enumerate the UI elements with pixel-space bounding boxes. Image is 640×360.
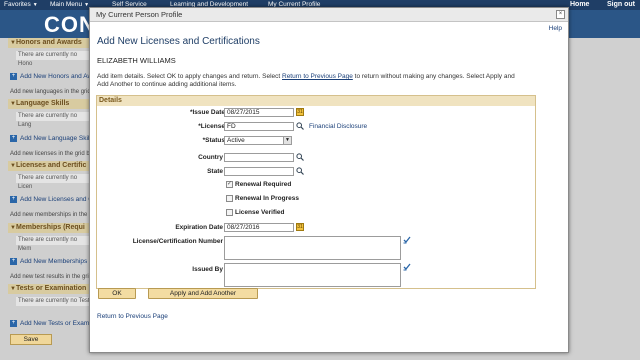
main-menu-label: Main Menu: [50, 1, 83, 8]
section-header-licenses[interactable]: ▼ Licenses and Certific: [8, 161, 92, 171]
plus-icon: +: [10, 195, 17, 203]
caret-down-icon: ▼: [32, 2, 38, 8]
section-header-honors[interactable]: ▼ Honors and Awards: [8, 38, 92, 48]
section-header-memberships[interactable]: ▼ Memberships (Requi: [8, 223, 92, 233]
close-icon[interactable]: ×: [556, 10, 565, 19]
add-link-label: Add New Memberships: [20, 258, 88, 265]
favorites-menu[interactable]: Favorites ▼: [4, 0, 38, 10]
add-note: Add new licenses in the grid b: [10, 151, 90, 157]
add-note: Add new languages in the grid: [10, 89, 91, 95]
add-language-link[interactable]: + Add New Language Skills: [10, 134, 94, 144]
license-label: *License: [198, 123, 225, 130]
license-input[interactable]: FD: [224, 122, 294, 131]
state-label: State: [207, 168, 223, 175]
plus-icon: +: [10, 134, 17, 142]
issue-date-label: *Issue Date: [189, 109, 225, 116]
license-verified-checkbox[interactable]: [226, 209, 233, 216]
issue-date-input[interactable]: 08/27/2015: [224, 108, 294, 117]
modal-title: My Current Person Profile: [96, 10, 183, 19]
country-input[interactable]: [224, 153, 294, 162]
section-empty-text: There are currently no Mem: [16, 236, 92, 252]
license-verified-label: License Verified: [235, 209, 285, 216]
return-to-previous-page-link[interactable]: Return to Previous Page: [97, 313, 168, 320]
search-icon[interactable]: [296, 167, 304, 175]
add-link-label: Add New Tests or Exami: [20, 320, 91, 327]
section-header-label: Licenses and Certific: [16, 162, 87, 169]
section-header-languages[interactable]: ▼ Language Skills: [8, 99, 92, 109]
details-group: Details *Issue Date 08/27/2015 31 *Licen…: [96, 95, 536, 289]
details-header: Details: [97, 96, 535, 106]
spellcheck-icon[interactable]: [403, 236, 411, 244]
plus-icon: +: [10, 72, 17, 80]
section-header-tests[interactable]: ▼ Tests or Examination: [8, 284, 92, 294]
calendar-icon[interactable]: 31: [296, 223, 304, 231]
country-label: Country: [198, 154, 223, 161]
triangle-down-icon: ▼: [10, 225, 16, 231]
section-header-label: Memberships (Requi: [16, 224, 85, 231]
add-test-link[interactable]: + Add New Tests or Exami: [10, 319, 91, 329]
plus-icon: +: [10, 319, 17, 327]
add-honors-link[interactable]: + Add New Honors and Awa: [10, 72, 96, 82]
page-title: Add New Licenses and Certifications: [97, 36, 260, 47]
license-number-textarea[interactable]: [224, 236, 401, 260]
plus-icon: +: [10, 257, 17, 265]
license-number-label: License/Certification Number: [132, 238, 223, 245]
state-input[interactable]: [224, 167, 294, 176]
triangle-down-icon: ▼: [10, 286, 16, 292]
background-right-panel: [568, 38, 640, 360]
add-link-label: Add New Licenses and Ce: [20, 196, 97, 203]
section-empty-text: There are currently no Hono: [16, 51, 92, 67]
save-button[interactable]: Save: [10, 334, 52, 345]
ok-button[interactable]: OK: [98, 288, 136, 299]
chevron-down-icon: ▼: [283, 137, 291, 144]
renewal-in-progress-label: Renewal In Progress: [235, 195, 299, 202]
search-icon[interactable]: [296, 153, 304, 161]
section-header-label: Tests or Examination: [16, 285, 87, 292]
main-menu[interactable]: Main Menu ▼: [50, 0, 89, 10]
expiration-date-label: Expiration Date: [175, 224, 223, 231]
section-empty-text: There are currently no Lang: [16, 112, 92, 128]
add-membership-link[interactable]: + Add New Memberships: [10, 257, 87, 267]
home-link[interactable]: Home: [570, 0, 589, 10]
renewal-required-checkbox[interactable]: ✓: [226, 181, 233, 188]
sign-out-link[interactable]: Sign out: [607, 0, 635, 10]
search-icon[interactable]: [296, 122, 304, 130]
instructions-text: Add item details. Select OK to apply cha…: [97, 73, 517, 89]
status-select[interactable]: Active ▼: [224, 136, 292, 145]
triangle-down-icon: ▼: [10, 163, 16, 169]
add-note: Add new memberships in the: [10, 212, 88, 218]
status-value: Active: [227, 137, 245, 144]
issued-by-label: Issued By: [192, 266, 223, 273]
help-link[interactable]: Help: [549, 25, 562, 32]
favorites-label: Favorites: [4, 1, 31, 8]
calendar-icon[interactable]: 31: [296, 108, 304, 116]
section-header-label: Honors and Awards: [16, 39, 82, 46]
add-note: Add new test results in the gri: [10, 274, 89, 280]
add-link-label: Add New Honors and Awa: [20, 73, 96, 80]
section-empty-text: There are currently no Test: [16, 297, 92, 306]
add-link-label: Add New Language Skills: [20, 135, 95, 142]
renewal-in-progress-checkbox[interactable]: [226, 195, 233, 202]
section-header-label: Language Skills: [16, 100, 70, 107]
triangle-down-icon: ▼: [10, 40, 16, 46]
status-label: *Status: [202, 137, 225, 144]
return-inline-link[interactable]: Return to Previous Page: [282, 73, 353, 80]
issued-by-textarea[interactable]: [224, 263, 401, 287]
section-empty-text: There are currently no Licen: [16, 174, 92, 190]
renewal-required-label: Renewal Required: [235, 181, 292, 188]
profile-modal: My Current Person Profile × Help Add New…: [89, 7, 569, 353]
expiration-date-input[interactable]: 08/27/2016: [224, 223, 294, 232]
spellcheck-icon[interactable]: [403, 263, 411, 271]
instructions-part: Add item details. Select OK to apply cha…: [97, 73, 282, 80]
triangle-down-icon: ▼: [10, 101, 16, 107]
add-license-link[interactable]: + Add New Licenses and Ce: [10, 195, 97, 205]
apply-add-another-button[interactable]: Apply and Add Another: [148, 288, 258, 299]
modal-titlebar[interactable]: My Current Person Profile ×: [90, 8, 568, 22]
financial-disclosure-link[interactable]: Financial Disclosure: [309, 123, 367, 130]
person-name: ELIZABETH WILLIAMS: [97, 56, 176, 65]
